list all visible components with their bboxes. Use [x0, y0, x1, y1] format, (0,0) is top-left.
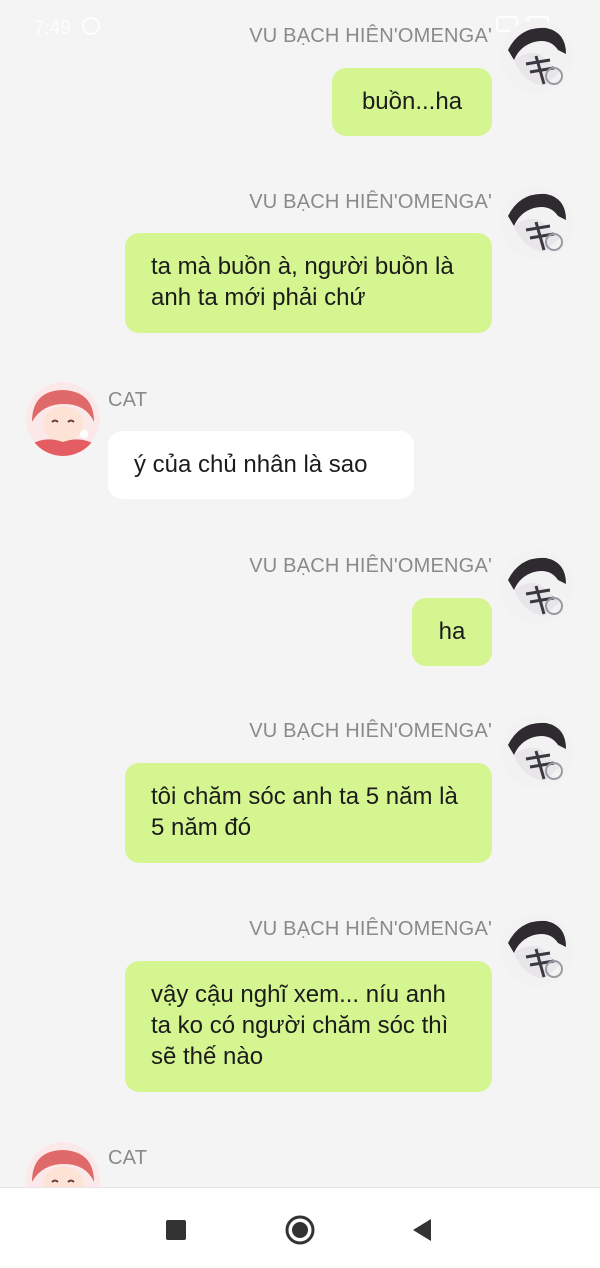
square-icon — [166, 1220, 186, 1240]
sender-name: VU BẠCH HIÊN'OMENGA' — [249, 191, 492, 213]
avatar-vu-bach-hien[interactable] — [500, 20, 574, 94]
message-bubble-outgoing[interactable]: ha — [412, 598, 492, 666]
cat-girl-avatar-icon — [26, 382, 100, 456]
cat-girl-avatar-icon — [26, 1142, 100, 1187]
navigation-bar — [0, 1187, 600, 1268]
message-bubble-outgoing[interactable]: buồn...ha — [332, 68, 492, 136]
message-text: tôi chăm sóc anh ta 5 năm là 5 năm đó — [151, 783, 458, 841]
anime-avatar-icon — [500, 715, 574, 789]
anime-avatar-icon — [500, 186, 574, 260]
home-button[interactable] — [280, 1210, 320, 1250]
sender-name: VU BẠCH HIÊN'OMENGA' — [249, 25, 492, 47]
message-text: vậy cậu nghĩ xem... níu anh ta ko có ngư… — [151, 981, 449, 1070]
message-text: buồn...ha — [361, 88, 463, 115]
recent-apps-button[interactable] — [156, 1210, 196, 1250]
sender-name: VU BẠCH HIÊN'OMENGA' — [249, 720, 492, 742]
message-bubble-outgoing[interactable]: tôi chăm sóc anh ta 5 năm là 5 năm đó — [125, 763, 492, 863]
message-bubble-incoming[interactable]: ý của chủ nhân là sao — [108, 431, 414, 499]
avatar-vu-bach-hien[interactable] — [500, 715, 574, 789]
sender-name: VU BẠCH HIÊN'OMENGA' — [249, 918, 492, 940]
avatar-vu-bach-hien[interactable] — [500, 550, 574, 624]
avatar-vu-bach-hien[interactable] — [500, 186, 574, 260]
anime-avatar-icon — [500, 20, 574, 94]
chat-messages[interactable]: VU BẠCH HIÊN'OMENGA' buồn...ha VU BẠCH H… — [0, 0, 600, 1187]
sender-name: VU BẠCH HIÊN'OMENGA' — [249, 555, 492, 577]
back-button[interactable] — [402, 1210, 442, 1250]
avatar-cat[interactable] — [26, 1142, 100, 1187]
message-text: ha — [438, 618, 466, 645]
avatar-cat[interactable] — [26, 382, 100, 456]
message-text: ta mà buồn à, người buồn là anh ta mới p… — [151, 253, 454, 311]
message-bubble-outgoing[interactable]: vậy cậu nghĩ xem... níu anh ta ko có ngư… — [125, 961, 492, 1092]
sender-name: CAT — [108, 389, 148, 411]
circle-home-icon — [285, 1215, 315, 1245]
message-bubble-outgoing[interactable]: ta mà buồn à, người buồn là anh ta mới p… — [125, 233, 492, 333]
triangle-back-icon — [413, 1219, 431, 1241]
anime-avatar-icon — [500, 550, 574, 624]
avatar-vu-bach-hien[interactable] — [500, 913, 574, 987]
sender-name: CAT — [108, 1147, 148, 1169]
message-text: ý của chủ nhân là sao — [134, 451, 368, 478]
anime-avatar-icon — [500, 913, 574, 987]
